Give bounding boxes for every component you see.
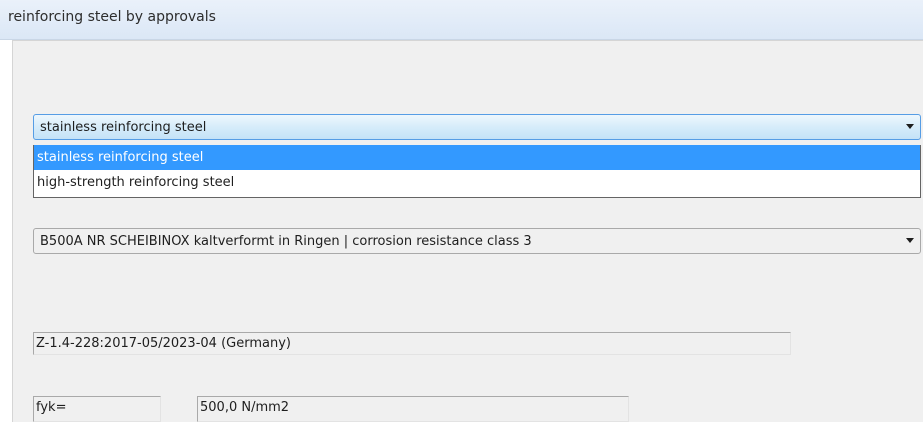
- fyk-label-field: fyk=: [33, 396, 161, 422]
- option-stainless-reinforcing-steel[interactable]: stainless reinforcing steel: [34, 145, 920, 170]
- option-high-strength-reinforcing-steel[interactable]: high-strength reinforcing steel: [34, 170, 920, 195]
- window-title: reinforcing steel by approvals: [8, 9, 216, 25]
- steel-type-selected-value: stainless reinforcing steel: [40, 119, 207, 135]
- approval-text: Z-1.4-228:2017-05/2023-04 (Germany): [36, 336, 291, 351]
- steel-type-select[interactable]: stainless reinforcing steel: [33, 114, 921, 140]
- chevron-down-icon[interactable]: [906, 238, 914, 243]
- chevron-down-icon[interactable]: [906, 124, 914, 129]
- fyk-value-field: 500,0 N/mm2: [197, 396, 629, 422]
- steel-type-dropdown-list: stainless reinforcing steel high-strengt…: [33, 145, 921, 198]
- fyk-label: fyk=: [36, 400, 67, 415]
- product-selected-value: B500A NR SCHEIBINOX kaltverformt in Ring…: [40, 233, 532, 249]
- approval-field: Z-1.4-228:2017-05/2023-04 (Germany): [33, 332, 791, 355]
- window-titlebar: reinforcing steel by approvals: [0, 0, 923, 40]
- product-select[interactable]: B500A NR SCHEIBINOX kaltverformt in Ring…: [33, 228, 921, 254]
- fyk-value: 500,0 N/mm2: [200, 400, 290, 415]
- left-margin: [0, 40, 12, 422]
